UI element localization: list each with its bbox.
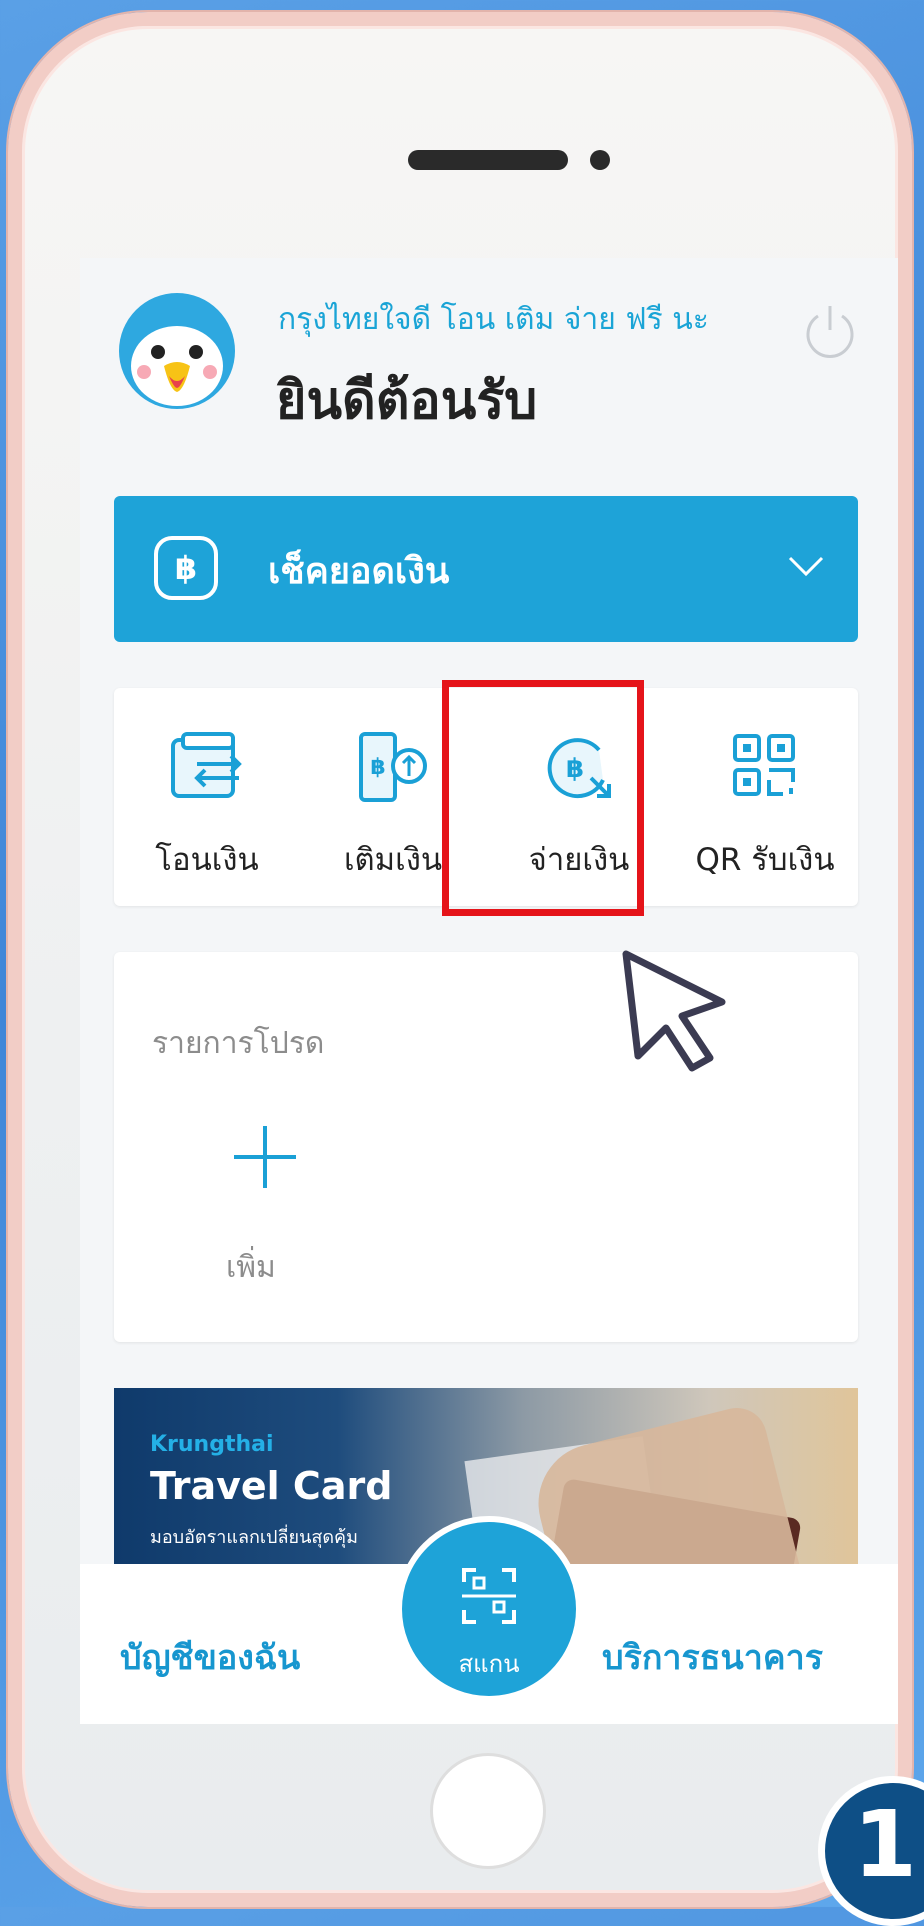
greeting-text: กรุงไทยใจดี โอน เติม จ่าย ฟรี นะ xyxy=(278,302,709,337)
qr-code-icon xyxy=(733,734,795,796)
qr-receive-label: QR รับเงิน xyxy=(695,842,835,878)
add-favorite-plus-icon[interactable] xyxy=(232,1124,298,1190)
phone-camera xyxy=(590,150,610,170)
phone-topup-icon: ฿ xyxy=(359,732,427,802)
add-favorite-label: เพิ่ม xyxy=(226,1250,276,1285)
check-balance-label: เช็คยอดเงิน xyxy=(268,551,450,592)
scan-label: สแกน xyxy=(458,1650,520,1678)
bird-mascot-avatar xyxy=(119,293,235,409)
scan-qr-icon xyxy=(462,1568,516,1624)
app-screen: กรุงไทยใจดี โอน เติม จ่าย ฟรี นะ ยินดีต้… xyxy=(80,258,898,1724)
welcome-title: ยินดีต้อนรับ xyxy=(276,371,538,431)
tab-my-account[interactable]: บัญชีของฉัน xyxy=(120,1630,300,1684)
qr-receive-button[interactable]: QR รับเงิน xyxy=(672,688,858,906)
baht-icon: ฿ xyxy=(154,536,218,600)
mouse-cursor-icon xyxy=(622,950,726,1072)
power-logout-icon[interactable] xyxy=(798,298,862,362)
favorites-card: รายการโปรด เพิ่ม xyxy=(114,952,858,1342)
scan-button[interactable]: สแกน xyxy=(396,1516,582,1702)
banner-brand: Krungthai xyxy=(150,1432,274,1457)
favorites-title: รายการโปรด xyxy=(152,1026,325,1061)
banner-title: Travel Card xyxy=(150,1464,393,1508)
phone-speaker xyxy=(408,150,568,170)
pay-highlight-box xyxy=(442,680,644,916)
chevron-down-icon xyxy=(788,556,824,577)
tab-bank-services[interactable]: บริการธนาคาร xyxy=(602,1630,823,1684)
phone-home-button xyxy=(430,1753,546,1869)
transfer-label: โอนเงิน xyxy=(155,842,259,878)
wallet-transfer-icon xyxy=(171,732,242,798)
svg-text:฿: ฿ xyxy=(370,755,385,780)
transfer-button[interactable]: โอนเงิน xyxy=(114,688,300,906)
banner-subtitle: มอบอัตราแลกเปลี่ยนสุดคุ้ม xyxy=(150,1527,358,1548)
check-balance-bar[interactable]: ฿ เช็คยอดเงิน xyxy=(114,496,858,642)
phone-frame: กรุงไทยใจดี โอน เติม จ่าย ฟรี นะ ยินดีต้… xyxy=(8,12,912,1907)
